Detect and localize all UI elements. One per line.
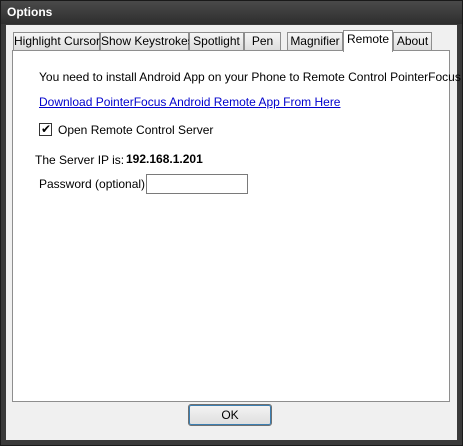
open-server-label: Open Remote Control Server (58, 123, 214, 137)
server-ip-value: 192.168.1.201 (126, 152, 203, 166)
tab-show-keystrokes[interactable]: Show Keystrokes (100, 32, 194, 51)
tab-magnifier[interactable]: Magnifier (287, 32, 343, 51)
download-app-link[interactable]: Download PointerFocus Android Remote App… (39, 95, 340, 109)
title-bar[interactable]: Options (1, 1, 462, 24)
install-instruction-text: You need to install Android App on your … (39, 70, 461, 84)
tab-spotlight[interactable]: Spotlight (189, 32, 244, 51)
password-label: Password (optional): (39, 177, 149, 191)
server-ip-label: The Server IP is: (35, 153, 125, 167)
ok-button[interactable]: OK (188, 404, 272, 426)
tab-pen[interactable]: Pen (244, 32, 281, 51)
check-mark-icon: ✔ (41, 122, 52, 136)
window-title: Options (7, 5, 53, 19)
options-window: Options Highlight Cursor Show Keystrokes… (0, 0, 463, 446)
tab-remote[interactable]: Remote (343, 30, 393, 52)
remote-tab-panel: You need to install Android App on your … (12, 50, 461, 402)
tab-highlight-cursor[interactable]: Highlight Cursor (13, 32, 100, 51)
password-input[interactable] (146, 174, 248, 194)
dialog-client-area: Highlight Cursor Show Keystrokes Spotlig… (6, 25, 461, 440)
tab-about[interactable]: About (393, 32, 432, 51)
open-server-checkbox[interactable]: ✔ (39, 122, 52, 136)
